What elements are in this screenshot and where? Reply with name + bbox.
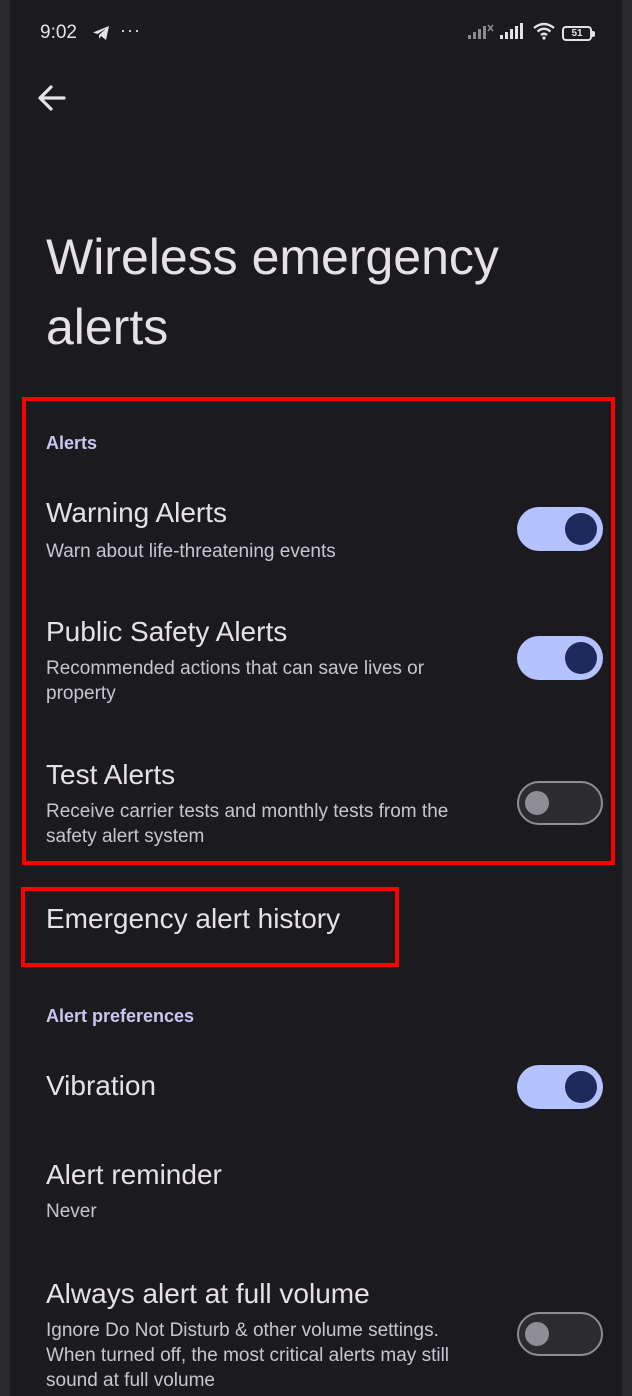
pref-vibration[interactable]: Vibration xyxy=(10,1065,622,1120)
signal-icon xyxy=(468,23,494,44)
highlight-box-history xyxy=(21,887,399,967)
pref-summary: Ignore Do Not Disturb & other volume set… xyxy=(46,1320,450,1391)
highlight-box-alerts xyxy=(22,397,615,865)
pref-summary: Never xyxy=(46,1201,97,1222)
vibration-toggle[interactable] xyxy=(517,1065,603,1109)
status-icons: 51 xyxy=(468,22,595,45)
telegram-icon xyxy=(92,25,110,46)
toggle-knob xyxy=(565,1071,597,1103)
more-notifications-icon: ··· xyxy=(120,20,141,40)
section-header-alert-preferences: Alert preferences xyxy=(46,1006,195,1026)
pref-title: Vibration xyxy=(46,1070,157,1101)
status-time: 9:02 xyxy=(40,22,77,43)
status-bar: 9:02 ··· 51 xyxy=(10,0,622,64)
pref-title: Alert reminder xyxy=(46,1159,222,1190)
battery-icon: 51 xyxy=(562,26,595,41)
wifi-icon xyxy=(532,22,556,45)
pref-alert-reminder[interactable]: Alert reminder Never xyxy=(10,1159,622,1229)
arrow-back-icon xyxy=(38,85,66,111)
pref-always-alert-full-volume[interactable]: Always alert at full volume Ignore Do No… xyxy=(10,1278,622,1396)
signal-icon xyxy=(500,23,526,44)
back-button[interactable] xyxy=(34,80,70,116)
pref-title: Always alert at full volume xyxy=(46,1278,370,1309)
page-title: Wireless emergency alerts xyxy=(46,229,499,355)
toggle-knob xyxy=(525,1322,549,1346)
full-volume-toggle[interactable] xyxy=(517,1312,603,1356)
